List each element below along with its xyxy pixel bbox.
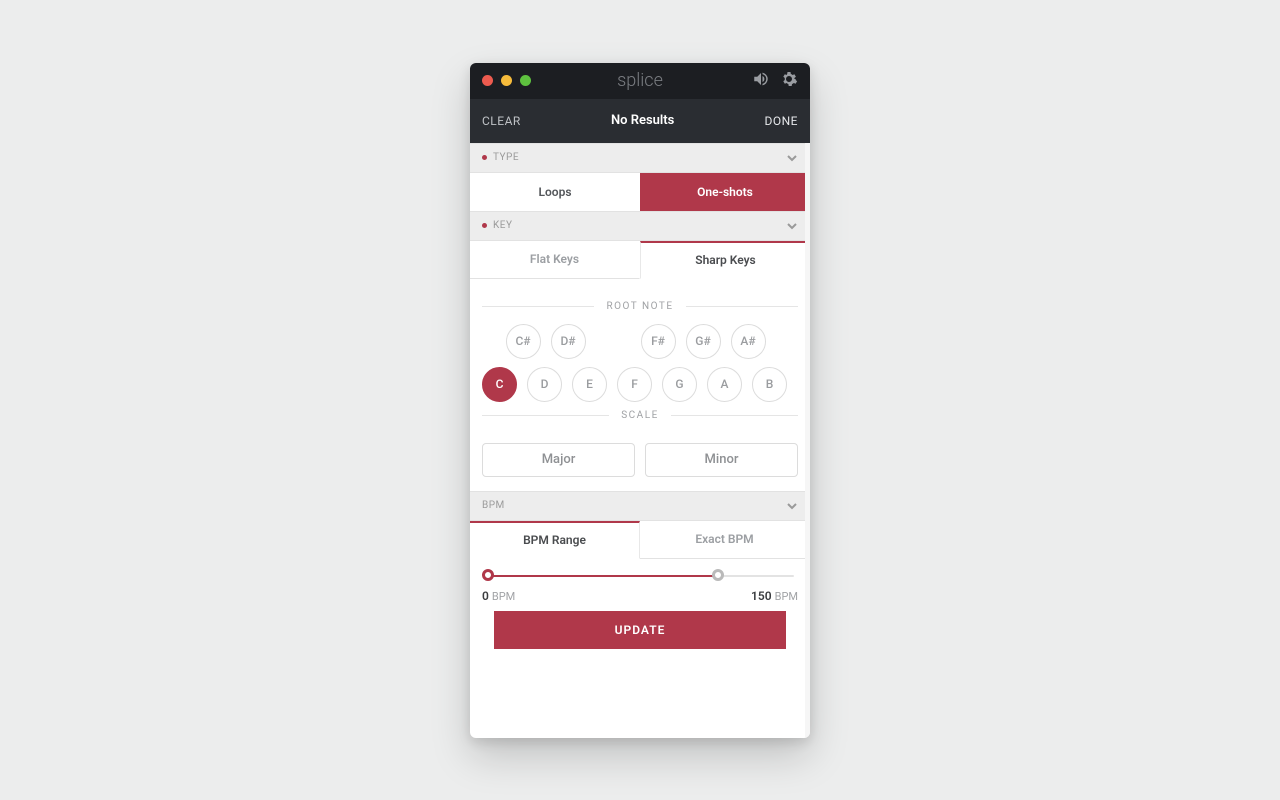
note-spacer <box>596 324 631 359</box>
bpm-handle-max[interactable] <box>712 569 724 581</box>
root-note-label: ROOT NOTE <box>482 301 798 312</box>
active-indicator-dot <box>482 223 487 228</box>
root-note-area: ROOT NOTE C# D# F# G# A# C D E F G A <box>470 279 810 443</box>
bpm-slider[interactable] <box>486 573 794 579</box>
note-c-sharp[interactable]: C# <box>506 324 541 359</box>
key-header-label: KEY <box>493 220 512 231</box>
filter-panel: TYPE Loops One-shots KEY Flat Keys Sharp… <box>470 143 810 738</box>
note-a-sharp[interactable]: A# <box>731 324 766 359</box>
bpm-tabs: BPM Range Exact BPM <box>470 521 810 559</box>
key-tabs: Flat Keys Sharp Keys <box>470 241 810 279</box>
titlebar: splice <box>470 63 810 99</box>
bpm-slider-area: 0BPM 150BPM UPDATE <box>470 559 810 661</box>
gear-icon[interactable] <box>780 70 798 92</box>
tab-exact-bpm[interactable]: Exact BPM <box>640 521 810 559</box>
note-d[interactable]: D <box>527 367 562 402</box>
bpm-labels: 0BPM 150BPM <box>482 589 798 603</box>
note-d-sharp[interactable]: D# <box>551 324 586 359</box>
results-title: No Results <box>611 113 674 128</box>
chevron-down-icon <box>786 220 798 232</box>
close-icon[interactable] <box>482 75 493 86</box>
chevron-down-icon <box>786 500 798 512</box>
bpm-unit: BPM <box>775 590 798 603</box>
type-header-label: TYPE <box>493 152 519 163</box>
volume-icon[interactable] <box>752 70 770 92</box>
chevron-down-icon <box>786 152 798 164</box>
bpm-header[interactable]: BPM <box>470 491 810 521</box>
note-g[interactable]: G <box>662 367 697 402</box>
maximize-icon[interactable] <box>520 75 531 86</box>
type-toggle: Loops One-shots <box>470 173 810 211</box>
type-header[interactable]: TYPE <box>470 143 810 173</box>
note-b[interactable]: B <box>752 367 787 402</box>
note-f[interactable]: F <box>617 367 652 402</box>
scrollbar[interactable] <box>805 143 810 738</box>
scale-major-button[interactable]: Major <box>482 443 635 477</box>
bpm-max-value: 150 <box>751 589 772 603</box>
tab-bpm-range[interactable]: BPM Range <box>470 521 640 559</box>
note-c[interactable]: C <box>482 367 517 402</box>
traffic-lights <box>482 75 531 86</box>
clear-button[interactable]: CLEAR <box>482 114 521 128</box>
actionbar: CLEAR No Results DONE <box>470 99 810 143</box>
note-a[interactable]: A <box>707 367 742 402</box>
bpm-header-label: BPM <box>482 500 505 511</box>
scale-minor-button[interactable]: Minor <box>645 443 798 477</box>
bpm-min-value: 0 <box>482 589 489 603</box>
type-option-oneshots[interactable]: One-shots <box>640 173 810 211</box>
note-g-sharp[interactable]: G# <box>686 324 721 359</box>
key-header[interactable]: KEY <box>470 211 810 241</box>
done-button[interactable]: DONE <box>764 114 798 128</box>
tab-sharp-keys[interactable]: Sharp Keys <box>640 241 810 279</box>
type-option-loops[interactable]: Loops <box>470 173 640 211</box>
note-f-sharp[interactable]: F# <box>641 324 676 359</box>
bpm-unit: BPM <box>492 590 515 603</box>
app-window: splice CLEAR No Results DONE TYPE Loops … <box>470 63 810 738</box>
bpm-handle-min[interactable] <box>482 569 494 581</box>
scale-label: SCALE <box>482 410 798 421</box>
tab-flat-keys[interactable]: Flat Keys <box>470 241 640 279</box>
note-grid: C# D# F# G# A# C D E F G A B <box>482 324 798 402</box>
note-e[interactable]: E <box>572 367 607 402</box>
minimize-icon[interactable] <box>501 75 512 86</box>
scale-row: Major Minor <box>470 443 810 491</box>
update-button[interactable]: UPDATE <box>494 611 786 649</box>
active-indicator-dot <box>482 155 487 160</box>
